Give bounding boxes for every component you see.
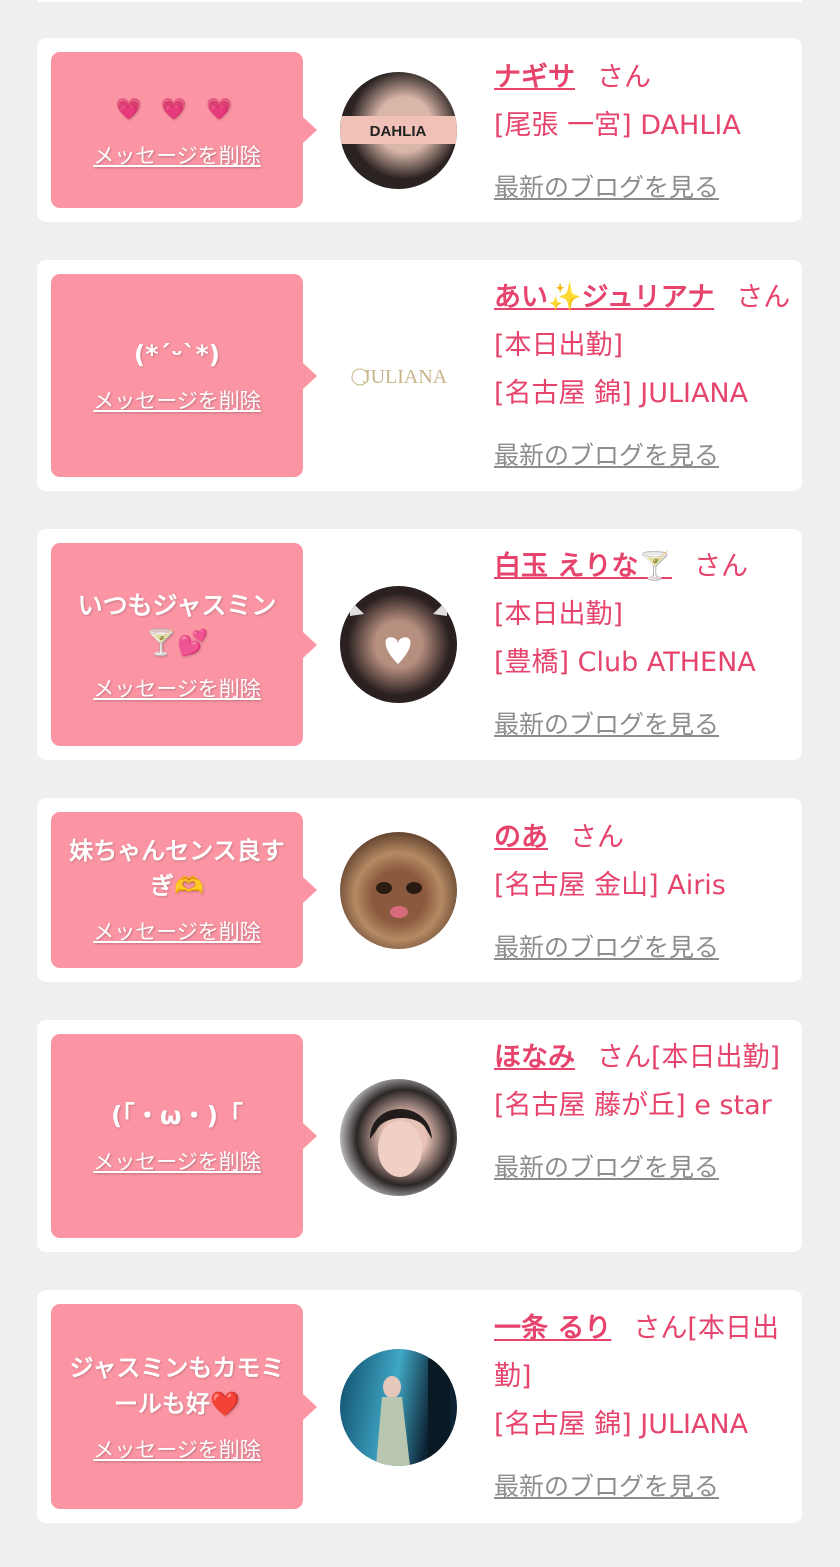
avatar[interactable] — [340, 1349, 457, 1466]
message-card: いつもジャスミン🍸💕 メッセージを削除 白玉 えりな🍸 さん [本日出勤] [豊橋… — [37, 529, 802, 760]
cast-name-link[interactable]: のあ — [494, 822, 548, 853]
message-bubble: 妹ちゃんセンス良すぎ🫶 メッセージを削除 — [51, 812, 317, 968]
shift-status: [本日出勤] — [651, 1042, 781, 1073]
message-card: (「・ω・)「 メッセージを削除 ほなみ さん[本日出勤] [名古屋 藤が丘] e… — [37, 1020, 802, 1252]
message-bubble: いつもジャスミン🍸💕 メッセージを削除 — [51, 543, 317, 746]
cast-name-link[interactable]: 一条 るり — [494, 1313, 611, 1344]
message-text: (「・ω・)「 — [110, 1100, 244, 1130]
profile-info: ナギサ さん [尾張 一宮] DAHLIA 最新のブログを見る — [494, 54, 794, 212]
avatar[interactable] — [340, 832, 457, 949]
message-bubble: (*´ᵕ`*) メッセージを削除 — [51, 274, 317, 477]
avatar-photo — [370, 1109, 432, 1177]
message-text: (*´ᵕ`*) — [133, 340, 221, 369]
delete-message-link[interactable]: メッセージを削除 — [93, 673, 261, 703]
avatar[interactable] — [340, 1079, 457, 1196]
shift-status: [本日出勤] — [494, 599, 624, 630]
avatar[interactable] — [340, 586, 457, 703]
shift-status: [本日出勤] — [494, 330, 624, 361]
delete-message-link[interactable]: メッセージを削除 — [93, 1434, 261, 1464]
latest-blog-link[interactable]: 最新のブログを見る — [494, 701, 794, 749]
avatar[interactable]: DAHLIA — [340, 72, 457, 189]
shop-name: [豊橋] Club ATHENA — [494, 647, 756, 678]
latest-blog-link[interactable]: 最新のブログを見る — [494, 164, 794, 212]
avatar[interactable]: JULIANA — [340, 317, 457, 434]
delete-message-link[interactable]: メッセージを削除 — [93, 916, 261, 946]
profile-info: あい✨ジュリアナ さん [本日出勤] [名古屋 錦] JULIANA 最新のブログを… — [494, 274, 794, 480]
latest-blog-link[interactable]: 最新のブログを見る — [494, 432, 794, 480]
message-text: 妹ちゃんセンス良すぎ🫶 — [69, 837, 285, 900]
message-card: (*´ᵕ`*) メッセージを削除 JULIANA あい✨ジュリアナ さん [本日出勤… — [37, 260, 802, 491]
honorific: さん — [694, 551, 749, 582]
svg-text:DAHLIA: DAHLIA — [370, 123, 427, 140]
profile-info: 一条 るり さん[本日出勤] [名古屋 錦] JULIANA 最新のブログを見る — [494, 1305, 794, 1511]
message-text: ジャスミンもカモミールも好❤️ — [69, 1353, 285, 1418]
message-bubble: 💗 💗 💗 メッセージを削除 — [51, 52, 317, 208]
latest-blog-link[interactable]: 最新のブログを見る — [494, 1144, 794, 1192]
message-bubble: (「・ω・)「 メッセージを削除 — [51, 1034, 317, 1238]
svg-text:JULIANA: JULIANA — [363, 366, 448, 388]
shop-name: [名古屋 藤が丘] e star — [494, 1090, 772, 1121]
delete-message-link[interactable]: メッセージを削除 — [93, 140, 261, 170]
honorific: さん — [736, 282, 791, 313]
honorific: さん — [633, 1313, 688, 1344]
cast-name-link[interactable]: 白玉 えりな🍸 — [494, 551, 672, 582]
message-text: 💗 💗 💗 — [115, 96, 239, 121]
avatar-photo: DAHLIA — [340, 116, 457, 144]
latest-blog-link[interactable]: 最新のブログを見る — [494, 1463, 794, 1511]
profile-info: 白玉 えりな🍸 さん [本日出勤] [豊橋] Club ATHENA 最新のブログ… — [494, 543, 794, 749]
message-bubble: ジャスミンもカモミールも好❤️ メッセージを削除 — [51, 1304, 317, 1509]
avatar-photo — [376, 882, 422, 918]
message-text: いつもジャスミン🍸💕 — [77, 590, 277, 657]
message-card: ジャスミンもカモミールも好❤️ メッセージを削除 一条 るり さん[本日出勤] [… — [37, 1290, 802, 1523]
avatar-logo: JULIANA — [351, 366, 448, 388]
cast-name-link[interactable]: あい✨ジュリアナ — [494, 282, 714, 313]
profile-info: ほなみ さん[本日出勤] [名古屋 藤が丘] e star 最新のブログを見る — [494, 1034, 794, 1192]
shop-name: [尾張 一宮] DAHLIA — [494, 110, 741, 141]
message-card: 💗 💗 💗 メッセージを削除 DAHLIA ナギサ さん [尾張 一宮] DAHL… — [37, 38, 802, 222]
latest-blog-link[interactable]: 最新のブログを見る — [494, 924, 794, 972]
shop-name: [名古屋 金山] Airis — [494, 870, 726, 901]
honorific: さん — [597, 1042, 651, 1073]
cast-name-link[interactable]: ナギサ — [494, 62, 575, 93]
delete-message-link[interactable]: メッセージを削除 — [93, 1146, 261, 1176]
honorific: さん — [570, 822, 624, 853]
previous-card-edge — [37, 0, 802, 2]
avatar-photo — [376, 1359, 450, 1466]
avatar-photo — [350, 600, 447, 664]
profile-info: のあ さん [名古屋 金山] Airis 最新のブログを見る — [494, 814, 794, 972]
message-list: 💗 💗 💗 メッセージを削除 DAHLIA ナギサ さん [尾張 一宮] DAHL… — [37, 38, 802, 1561]
message-card: 妹ちゃんセンス良すぎ🫶 メッセージを削除 のあ さん [名古屋 金山] Airis… — [37, 798, 802, 982]
cast-name-link[interactable]: ほなみ — [494, 1042, 575, 1073]
delete-message-link[interactable]: メッセージを削除 — [93, 385, 261, 415]
honorific: さん — [597, 62, 651, 93]
shop-name: [名古屋 錦] JULIANA — [494, 1409, 749, 1440]
shop-name: [名古屋 錦] JULIANA — [494, 378, 749, 409]
